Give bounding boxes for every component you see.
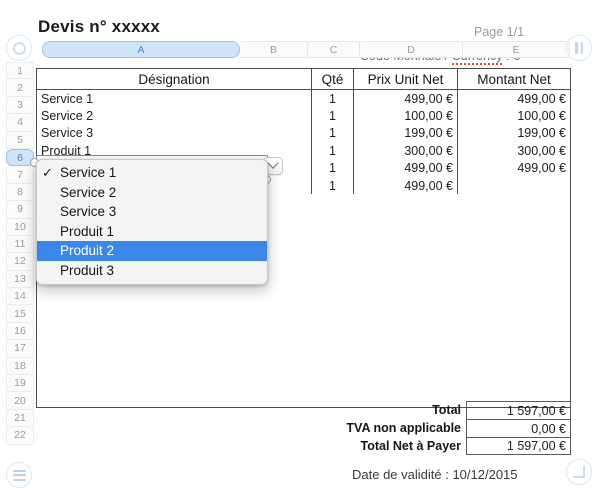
row-header-7[interactable]: 7 [6,166,34,184]
dropdown-item-label: Service 2 [60,184,117,200]
column-header-designation: Désignation [138,71,210,87]
row-header-3[interactable]: 3 [6,96,34,115]
corner-widget-top-right[interactable] [566,35,592,61]
column-header-a[interactable]: A [42,41,240,58]
menu-icon [12,469,26,481]
cell-designation[interactable]: Service 2 [37,107,311,124]
cell-amount[interactable]: 499,00 € [457,159,570,177]
cell-quantity[interactable]: 1 [311,159,353,177]
row-header-15[interactable]: 15 [6,305,34,323]
dropdown-item[interactable]: Produit 2 [37,241,267,261]
cell-quantity[interactable]: 1 [311,176,353,195]
cell-amount[interactable]: 199,00 € [457,124,570,143]
cell-amount[interactable]: 499,00 € [457,90,570,108]
row-header-12[interactable]: 12 [6,253,34,271]
column-header-c[interactable]: C [308,41,360,58]
totals-row: Total Net à Payer 1 597,00 € [290,437,571,455]
cell-amount[interactable]: 300,00 € [457,142,570,160]
dropdown-item-label: Produit 2 [60,243,115,259]
page-title: Devis n° xxxxx [38,17,161,36]
totals-block: Total 1 597,00 € TVA non applicable 0,00 € T… [290,401,571,455]
dropdown-item[interactable]: Service 3 [37,202,267,222]
cell-amount[interactable]: 100,00 € [457,107,570,125]
row-header-13[interactable]: 13 [6,270,34,289]
row-header-1[interactable]: 1 [6,62,34,80]
row-header-21[interactable]: 21 [6,409,34,428]
spreadsheet-window: Devis n° xxxxx Page 1/1 Code Monnaie / C… [0,0,600,500]
corner-widget-bottom-left[interactable] [6,462,32,488]
cell-unit-price[interactable]: 499,00 € [353,176,457,195]
totals-label: TVA non applicable [346,421,461,435]
row-header-8[interactable]: 8 [6,183,34,202]
row-header-4[interactable]: 4 [6,114,34,132]
corner-widget-bottom-right[interactable] [566,459,592,485]
cell-unit-price[interactable]: 499,00 € [353,159,457,177]
circle-icon [12,41,26,55]
dropdown-menu[interactable]: ✓ Service 1 Service 2 Service 3 Produit 1 Pro… [36,159,268,285]
table-row[interactable]: Service 2 1 100,00 €100,00 € [37,107,570,125]
column-header-bar[interactable]: ABCDE [42,41,570,58]
totals-value[interactable]: 1 597,00 € [466,437,571,455]
row-header-2[interactable]: 2 [6,79,34,97]
corner-widget-top-left[interactable] [6,35,32,61]
cell-quantity[interactable]: 1 [311,142,353,160]
cell-unit-price[interactable]: 499,00 € [353,90,457,108]
column-header-quantity: Qté [311,69,353,89]
cell-unit-price[interactable]: 100,00 € [353,107,457,125]
row-header-20[interactable]: 20 [6,392,34,410]
column-header-b[interactable]: B [240,41,308,58]
row-header-column[interactable]: 1 2 3 4 5 6 7 8 9 10 11 12 13 14 15 16 17 18 19 20 21 22 [6,62,34,445]
chevron-down-icon [267,157,279,169]
cell-quantity[interactable]: 1 [311,124,353,143]
column-header-amount: Montant Net [457,69,570,89]
table-header-row: Désignation Qté Prix Unit Net Montant Ne… [37,69,570,90]
dropdown-item[interactable]: ✓ Service 1 [37,163,267,183]
cell-quantity[interactable]: 1 [311,90,353,108]
dropdown-item-label: Service 1 [60,165,117,181]
dropdown-item-label: Produit 1 [60,223,115,239]
totals-row: Total 1 597,00 € [290,401,571,419]
dropdown-item[interactable]: Produit 3 [37,261,267,281]
dropdown-item[interactable]: Service 2 [37,183,267,203]
row-header-16[interactable]: 16 [6,322,34,341]
corner-arc-icon [573,466,585,478]
totals-label: Total [432,403,461,417]
table-row[interactable]: Service 1 1 499,00 €499,00 € [37,90,570,108]
totals-value[interactable]: 1 597,00 € [466,401,571,419]
totals-value[interactable]: 0,00 € [466,419,571,437]
column-header-d[interactable]: D [360,41,463,58]
page-indicator: Page 1/1 [474,25,525,39]
validity-date: Date de validité : 10/12/2015 [352,467,518,482]
pause-icon [575,42,583,54]
table-row[interactable]: Service 3 1 199,00 €199,00 € [37,124,570,143]
row-header-22[interactable]: 22 [6,427,34,445]
cell-designation[interactable]: Service 1 [37,90,311,107]
row-header-5[interactable]: 5 [6,131,34,149]
row-header-10[interactable]: 10 [6,218,34,236]
dropdown-item-label: Service 3 [60,204,117,220]
column-header-e[interactable]: E [463,41,570,58]
cell-quantity[interactable]: 1 [311,107,353,125]
cell-amount[interactable] [457,176,570,195]
dropdown-item-label: Produit 3 [60,262,115,278]
check-icon: ✓ [42,164,53,180]
row-header-14[interactable]: 14 [6,288,34,306]
row-header-11[interactable]: 11 [6,235,34,254]
totals-row: TVA non applicable 0,00 € [290,419,571,437]
row-header-9[interactable]: 9 [6,201,34,219]
row-header-18[interactable]: 18 [6,357,34,376]
row-header-19[interactable]: 19 [6,375,34,393]
cell-unit-price[interactable]: 300,00 € [353,142,457,160]
cell-designation[interactable]: Service 3 [37,125,311,142]
column-header-unit-price: Prix Unit Net [353,69,457,89]
cell-unit-price[interactable]: 199,00 € [353,124,457,143]
dropdown-item[interactable]: Produit 1 [37,222,267,242]
totals-label: Total Net à Payer [360,439,461,453]
row-header-17[interactable]: 17 [6,340,34,358]
